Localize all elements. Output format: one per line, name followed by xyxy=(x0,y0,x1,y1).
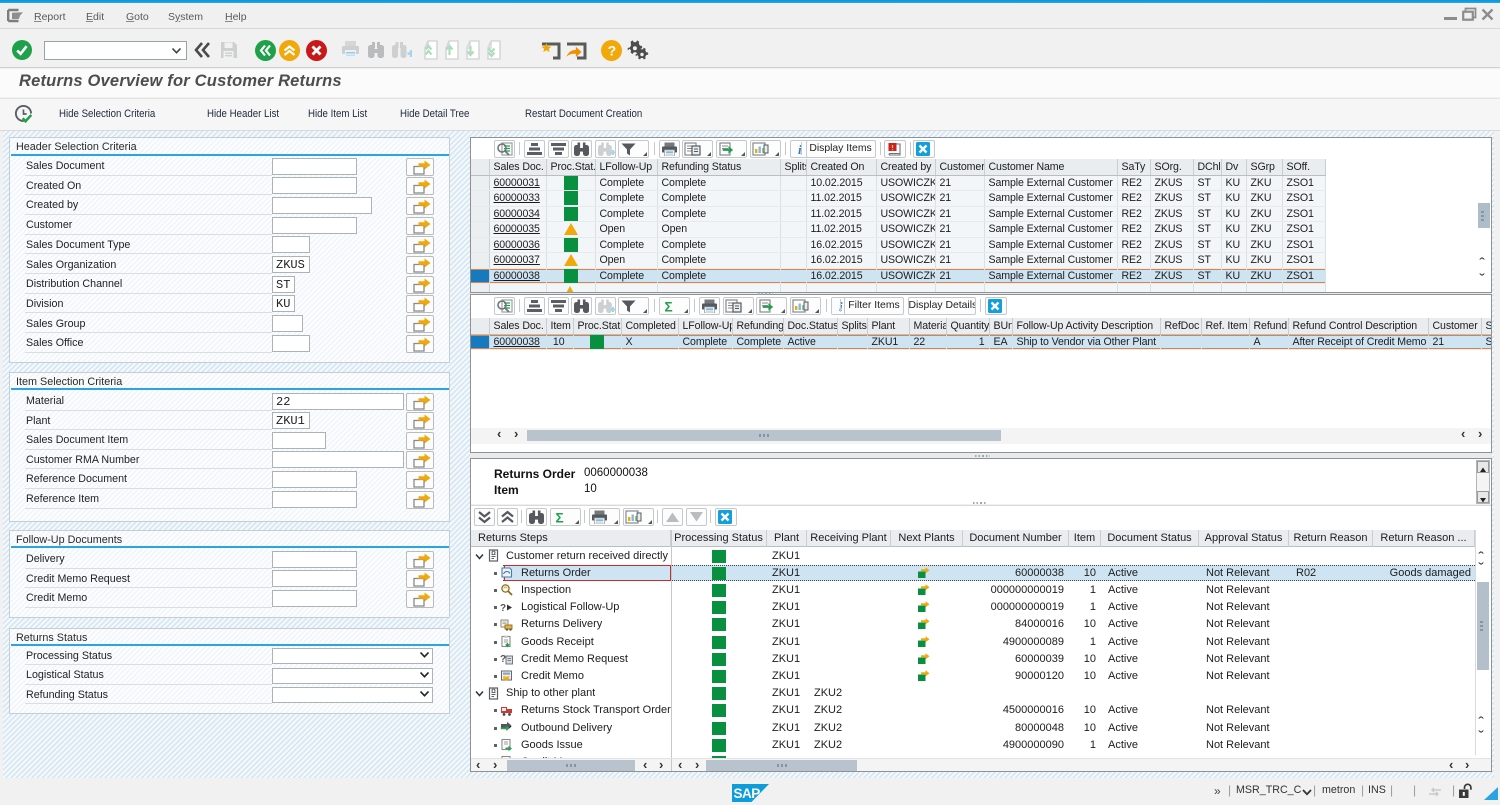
svg-text:Σ: Σ xyxy=(664,300,672,314)
svg-text:?: ? xyxy=(608,43,617,59)
svg-text:Σ: Σ xyxy=(555,511,563,525)
svg-text:SAP: SAP xyxy=(734,786,761,801)
svg-text:?: ? xyxy=(500,603,506,614)
svg-text:?: ? xyxy=(500,654,506,665)
